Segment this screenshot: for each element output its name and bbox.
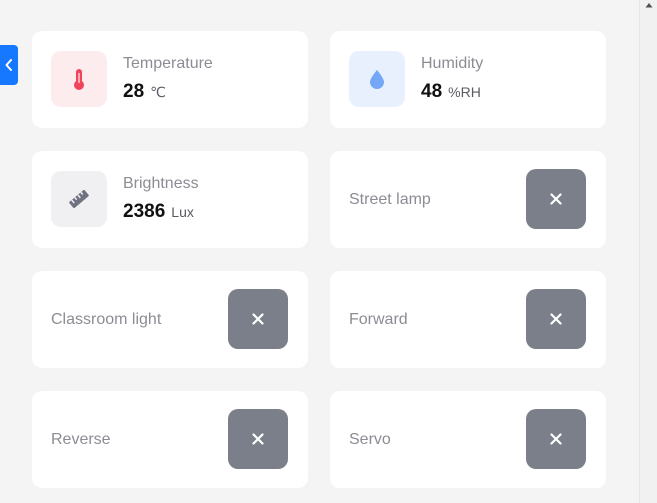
close-icon [550,433,562,445]
caret-up-icon [645,3,653,8]
temperature-icon-box [51,51,107,107]
brightness-label: Brightness [123,175,199,192]
humidity-unit: %RH [448,84,481,100]
scroll-up-button[interactable] [640,0,657,10]
street-lamp-toggle-button[interactable] [526,169,586,229]
brightness-unit: Lux [171,204,194,220]
close-icon [550,313,562,325]
close-icon [252,313,264,325]
humidity-icon-box [349,51,405,107]
street-lamp-card: Street lamp [330,151,606,248]
reverse-label: Reverse [51,431,111,448]
vertical-scrollbar[interactable] [639,0,657,503]
brightness-reading: 2386 Lux [123,201,194,223]
classroom-light-toggle-button[interactable] [228,289,288,349]
brightness-card: Brightness 2386 Lux [32,151,308,248]
forward-card: Forward [330,271,606,368]
close-icon [252,433,264,445]
brightness-value: 2386 [123,201,166,222]
forward-toggle-button[interactable] [526,289,586,349]
chevron-left-icon [5,59,12,71]
temperature-value: 28 [123,81,145,102]
humidity-value: 48 [421,81,443,102]
ruler-icon [69,189,89,209]
servo-label: Servo [349,431,391,448]
temperature-unit: ℃ [150,84,166,100]
street-lamp-label: Street lamp [349,191,431,208]
servo-toggle-button[interactable] [526,409,586,469]
temperature-label: Temperature [123,55,213,72]
temperature-card: Temperature 28 ℃ [32,31,308,128]
close-icon [550,193,562,205]
thermometer-icon [74,69,84,90]
forward-label: Forward [349,311,408,328]
classroom-light-card: Classroom light [32,271,308,368]
humidity-card: Humidity 48 %RH [330,31,606,128]
humidity-label: Humidity [421,55,484,72]
reverse-toggle-button[interactable] [228,409,288,469]
classroom-light-label: Classroom light [51,311,162,328]
reverse-card: Reverse [32,391,308,488]
water-drop-icon [370,70,384,89]
servo-card: Servo [330,391,606,488]
humidity-reading: 48 %RH [421,81,481,103]
temperature-reading: 28 ℃ [123,81,166,103]
brightness-icon-box [51,171,107,227]
dashboard-page: Temperature 28 ℃ Humidity 48 %RH Brightn… [0,0,657,503]
sidebar-toggle-button[interactable] [0,45,18,85]
